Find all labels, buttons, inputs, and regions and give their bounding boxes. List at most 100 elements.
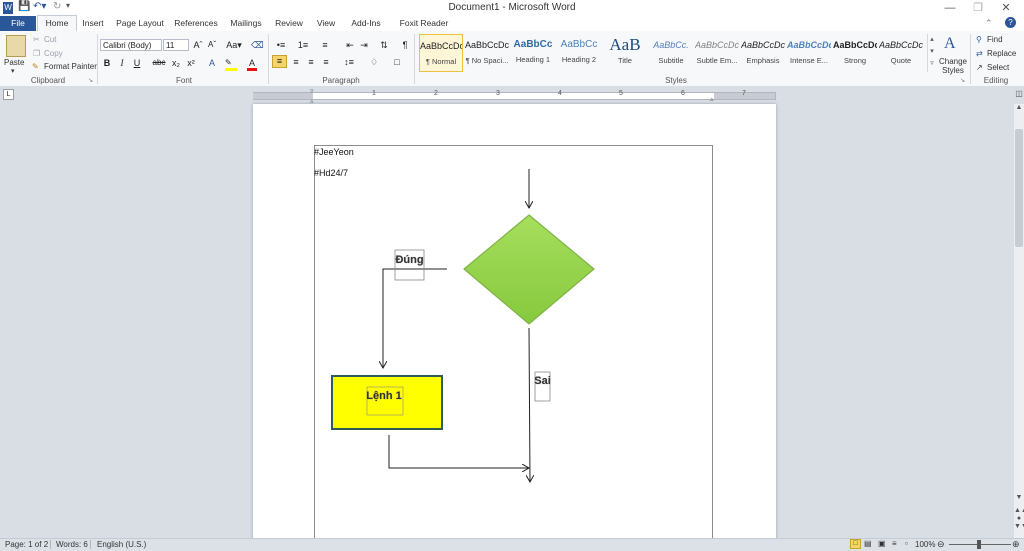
word-app-icon[interactable]: W	[3, 2, 13, 14]
next-page-icon[interactable]: ▼▼	[1014, 523, 1024, 533]
bold-button[interactable]: B	[101, 57, 113, 69]
paste-dropdown-icon[interactable]: ▾	[11, 67, 15, 75]
undo-icon[interactable]: ↶▾	[33, 1, 46, 15]
replace-button[interactable]: Replace	[987, 49, 1016, 58]
change-styles-button[interactable]: Change Styles	[938, 57, 968, 75]
style-subtitle[interactable]: AaBbCc. Subtitle	[649, 34, 693, 72]
tab-insert[interactable]: Insert	[78, 16, 108, 31]
tab-selector-icon[interactable]: L	[3, 89, 14, 100]
restore-icon[interactable]: ❐	[964, 0, 992, 16]
arrow-true-branch[interactable]	[383, 268, 447, 368]
word-count[interactable]: Words: 6	[56, 540, 88, 549]
style-heading-2[interactable]: AaBbCc Heading 2	[557, 34, 601, 72]
style-subtle-emphasis[interactable]: AaBbCcDc Subtle Em...	[695, 34, 739, 72]
style-no-spacing[interactable]: AaBbCcDc ¶ No Spaci...	[465, 34, 509, 72]
clipboard-icon[interactable]	[6, 35, 26, 57]
style-title[interactable]: AaB Title	[603, 34, 647, 72]
redo-icon[interactable]: ↻	[53, 1, 61, 15]
arrow-merge[interactable]	[388, 435, 529, 468]
show-formatting-icon[interactable]: ¶	[398, 39, 412, 51]
font-size-select[interactable]: 11	[163, 39, 189, 51]
decrease-indent-icon[interactable]: ⇤	[343, 39, 357, 51]
close-icon[interactable]: ✕	[992, 0, 1020, 16]
minimize-ribbon-icon[interactable]: ⌃	[985, 18, 993, 29]
grow-font-icon[interactable]: Aˆ	[192, 39, 204, 51]
process-box-label[interactable]: Lệnh 1	[358, 390, 410, 402]
find-button[interactable]: Find	[987, 35, 1003, 44]
align-center-icon[interactable]: ≡	[289, 56, 303, 68]
scroll-up-icon[interactable]: ▲	[1014, 104, 1024, 114]
scroll-down-icon[interactable]: ▼	[1014, 494, 1024, 504]
clipboard-launcher-icon[interactable]: ↘	[88, 77, 93, 84]
horizontal-ruler[interactable]	[253, 92, 776, 100]
underline-button[interactable]: U	[131, 57, 143, 69]
process-box[interactable]	[331, 375, 443, 430]
zoom-in-icon[interactable]: ⊕	[1012, 539, 1020, 550]
style-normal[interactable]: AaBbCcDc ¶ Normal	[419, 34, 463, 72]
line-spacing-icon[interactable]: ↕≡	[341, 56, 357, 68]
customize-qat-icon[interactable]: ▾	[66, 1, 70, 15]
tab-review[interactable]: Review	[272, 16, 306, 31]
align-left-icon[interactable]: ≡	[272, 55, 287, 68]
clear-formatting-icon[interactable]: ⌫	[251, 39, 264, 51]
minimize-icon[interactable]: —	[936, 0, 964, 16]
full-screen-reading-icon[interactable]: ▤	[864, 539, 872, 548]
tab-mailings[interactable]: Mailings	[226, 16, 266, 31]
print-layout-icon[interactable]: □	[850, 539, 861, 549]
page-count[interactable]: Page: 1 of 2	[5, 540, 48, 549]
align-right-icon[interactable]: ≡	[304, 56, 318, 68]
styles-scroll-icon[interactable]: ▴ ▾ ▿	[927, 34, 936, 72]
tab-view[interactable]: View	[312, 16, 340, 31]
tab-add-ins[interactable]: Add-Ins	[346, 16, 386, 31]
first-line-indent-marker[interactable]: ▿	[310, 87, 314, 95]
numbering-icon[interactable]: 1≡	[295, 39, 311, 51]
draft-icon[interactable]: ▫	[905, 539, 908, 548]
decision-diamond[interactable]	[463, 214, 595, 325]
save-icon[interactable]: 💾	[18, 1, 30, 15]
style-emphasis[interactable]: AaBbCcDc Emphasis	[741, 34, 785, 72]
change-styles-icon[interactable]: A	[944, 35, 956, 53]
style-strong[interactable]: AaBbCcDc Strong	[833, 34, 877, 72]
zoom-slider-handle[interactable]	[977, 540, 981, 549]
help-icon[interactable]: ?	[1005, 17, 1016, 28]
zoom-out-icon[interactable]: ⊖	[937, 539, 945, 550]
arrow-false-branch[interactable]	[529, 327, 530, 482]
zoom-level[interactable]: 100%	[915, 540, 935, 549]
borders-icon[interactable]: □	[389, 56, 405, 68]
outline-icon[interactable]: ≡	[892, 539, 897, 548]
tab-foxit-reader-pdf[interactable]: Foxit Reader PDF	[392, 16, 456, 43]
shading-icon[interactable]: ♢	[366, 56, 382, 68]
styles-launcher-icon[interactable]: ↘	[960, 77, 965, 84]
sort-icon[interactable]: ⇅	[377, 39, 391, 51]
font-name-select[interactable]: Calibri (Body)	[100, 39, 162, 51]
copy-button[interactable]: Copy	[44, 49, 63, 58]
select-button[interactable]: Select	[987, 63, 1009, 72]
text-effects-icon[interactable]: A	[206, 57, 218, 69]
highlight-color-icon[interactable]: ✎	[225, 58, 237, 71]
shrink-font-icon[interactable]: Aˇ	[206, 39, 218, 51]
language-indicator[interactable]: English (U.S.)	[97, 540, 146, 549]
superscript-button[interactable]: x²	[185, 57, 197, 69]
increase-indent-icon[interactable]: ⇥	[357, 39, 371, 51]
scrollbar-thumb[interactable]	[1015, 128, 1023, 247]
label-true[interactable]: Đúng	[395, 254, 424, 266]
tab-file[interactable]: File	[0, 16, 36, 31]
web-layout-icon[interactable]: ▣	[878, 539, 886, 548]
strikethrough-button[interactable]: abc	[151, 57, 167, 69]
multilevel-list-icon[interactable]: ≡	[317, 39, 333, 51]
paste-button[interactable]: Paste	[4, 58, 24, 67]
cut-button[interactable]: Cut	[44, 35, 56, 44]
tab-page-layout[interactable]: Page Layout	[114, 16, 166, 31]
tab-references[interactable]: References	[172, 16, 220, 31]
view-ruler-icon[interactable]: ◫	[1014, 89, 1024, 101]
style-intense-emphasis[interactable]: AaBbCcDc Intense E...	[787, 34, 831, 72]
subscript-button[interactable]: x₂	[170, 57, 182, 69]
label-false[interactable]: Sai	[534, 375, 551, 387]
font-color-icon[interactable]: A	[247, 58, 257, 71]
change-case-icon[interactable]: Aa▾	[225, 39, 243, 51]
style-quote[interactable]: AaBbCcDc Quote	[879, 34, 923, 72]
bullets-icon[interactable]: •≡	[273, 39, 289, 51]
italic-button[interactable]: I	[116, 57, 128, 69]
justify-icon[interactable]: ≡	[319, 56, 333, 68]
format-painter-button[interactable]: Format Painter	[44, 62, 97, 71]
